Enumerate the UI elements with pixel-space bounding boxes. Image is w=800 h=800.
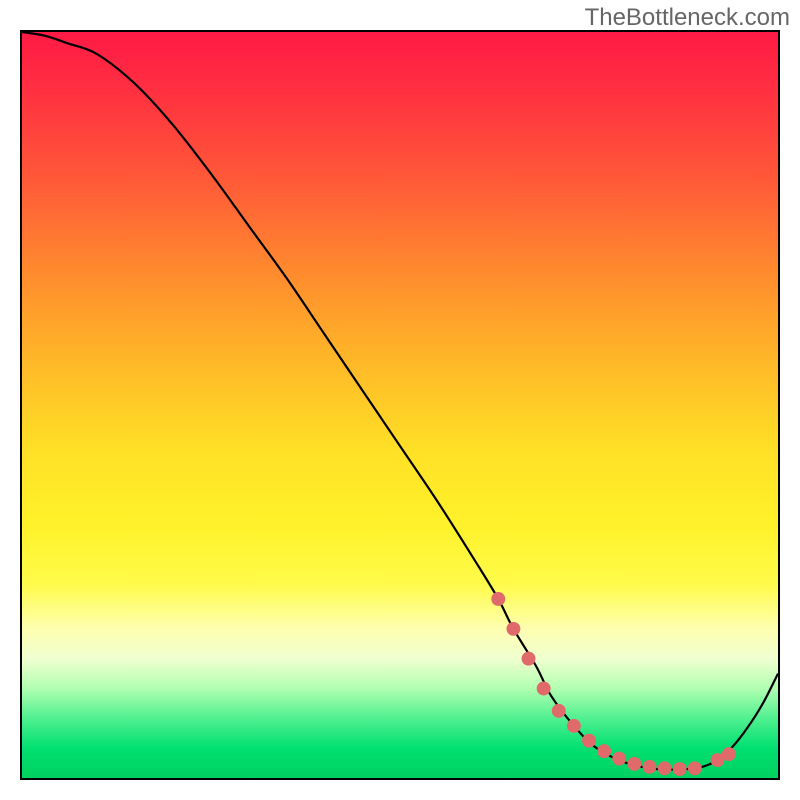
bottleneck-curve-path [22,32,778,770]
highlight-dot [673,762,687,776]
highlight-dot [612,752,626,766]
highlight-dot [537,682,551,696]
highlight-dot [658,761,672,775]
highlight-dot [722,747,736,761]
highlight-dot [643,760,657,774]
attribution-text: TheBottleneck.com [585,4,790,32]
highlight-dot [567,719,581,733]
highlight-dot [522,652,536,666]
highlight-dot [597,744,611,758]
highlight-dots-group [491,592,736,776]
highlight-dot [582,734,596,748]
highlight-dot [688,761,702,775]
highlight-dot [627,757,641,771]
highlight-dot [552,704,566,718]
curve-svg [22,32,778,778]
highlight-dot [506,622,520,636]
chart-container: TheBottleneck.com [0,0,800,800]
highlight-dot [491,592,505,606]
plot-area [20,30,780,780]
